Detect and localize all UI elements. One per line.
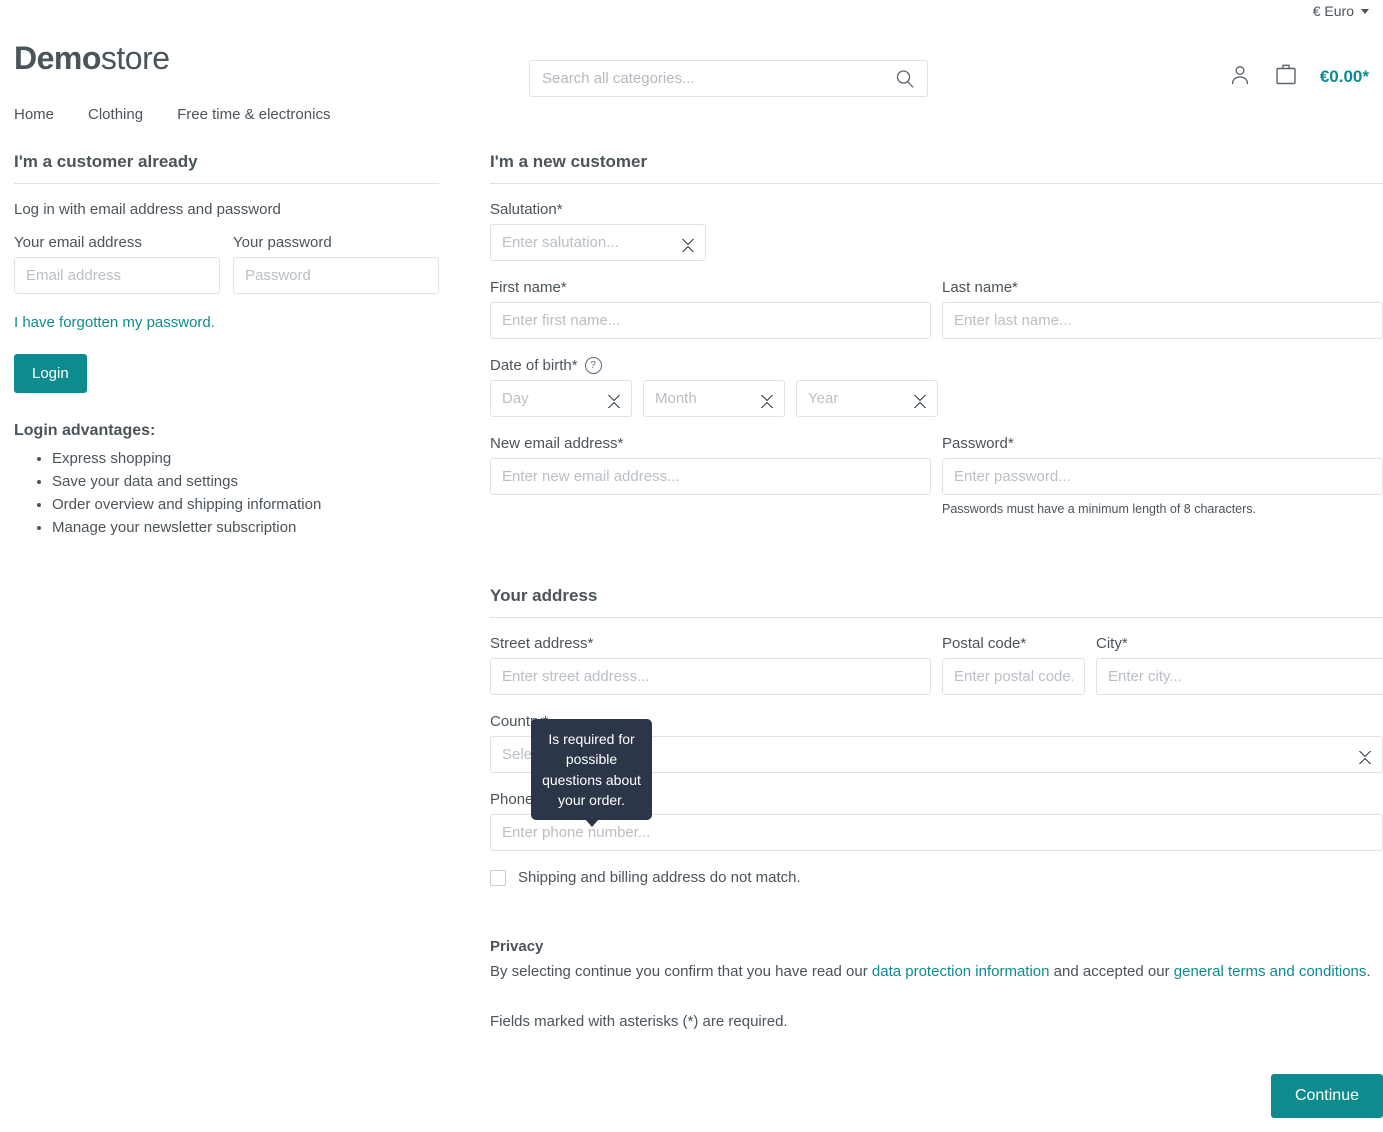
search-input[interactable] [529,60,928,97]
phone-help-tooltip: Is required for possible questions about… [531,719,652,828]
list-item: Express shopping [52,450,439,467]
nav-item-home[interactable]: Home [14,106,54,123]
privacy-heading: Privacy [490,938,544,955]
date-of-birth-label-row: Date of birth* ? [490,357,1383,374]
street-label: Street address* [490,635,594,652]
shopping-bag-icon[interactable] [1274,62,1298,91]
login-email-label: Your email address [14,234,142,251]
dob-year-select[interactable]: Year [796,380,938,417]
search-container [529,60,928,97]
different-shipping-address-row[interactable]: Shipping and billing address do not matc… [490,869,1383,886]
list-item: Save your data and settings [52,473,439,490]
login-divider [14,183,439,184]
address-heading: Your address [490,586,598,605]
nav-item-clothing[interactable]: Clothing [88,106,143,123]
new-email-field-group: New email address* [490,435,931,516]
user-icon[interactable] [1228,63,1252,91]
date-of-birth-label: Date of birth* [490,357,578,374]
login-advantages-title: Login advantages: [14,422,156,439]
terms-and-conditions-link[interactable]: general terms and conditions [1174,963,1367,980]
new-email-label: New email address* [490,435,624,452]
login-fields-row: Your email address Your password [14,234,439,294]
login-email-input[interactable] [14,257,220,294]
new-password-label: Password* [942,435,1014,452]
main-navigation: Home Clothing Free time & electronics [0,94,1383,123]
registration-divider [490,183,1383,184]
date-of-birth-field-group: Date of birth* ? Day Month Year [490,357,1383,417]
nav-item-free-time-electronics[interactable]: Free time & electronics [177,106,330,123]
new-password-field-group: Password* Passwords must have a minimum … [942,435,1383,516]
list-item: Manage your newsletter subscription [52,519,439,536]
login-subtitle: Log in with email address and password [14,201,281,218]
new-email-input[interactable] [490,458,931,495]
different-shipping-address-label: Shipping and billing address do not matc… [518,869,801,886]
page-content: I'm a customer already Log in with email… [0,152,1383,1118]
dob-month-select[interactable]: Month [643,380,785,417]
currency-selector[interactable]: € Euro [1313,3,1369,19]
registration-heading: I'm a new customer [490,152,648,171]
last-name-input[interactable] [942,302,1383,339]
city-field-group: City* [1096,635,1383,695]
new-password-input[interactable] [942,458,1383,495]
first-name-input[interactable] [490,302,931,339]
postal-code-label: Postal code* [942,635,1027,652]
login-password-input[interactable] [233,257,439,294]
password-hint: Passwords must have a minimum length of … [942,502,1257,516]
login-button[interactable]: Login [14,354,87,393]
postal-code-field-group: Postal code* [942,635,1085,695]
data-protection-link[interactable]: data protection information [872,963,1050,980]
forgot-password-link[interactable]: I have forgotten my password. [14,314,215,331]
login-password-field-group: Your password [233,234,439,294]
site-logo[interactable]: Demostore [14,40,170,77]
privacy-text-middle: and accepted our [1049,963,1174,980]
logo-bold-text: Demo [14,39,101,76]
street-field-group: Street address* [490,635,931,695]
credentials-row: New email address* Password* Passwords m… [490,435,1383,534]
first-name-label: First name* [490,279,567,296]
privacy-text: By selecting continue you confirm that y… [490,961,1383,983]
list-item: Order overview and shipping information [52,496,439,513]
dob-day-select[interactable]: Day [490,380,632,417]
login-heading: I'm a customer already [14,152,198,171]
salutation-label: Salutation* [490,201,563,218]
address-row: Street address* Postal code* City* [490,635,1383,713]
privacy-text-before: By selecting continue you confirm that y… [490,963,872,980]
continue-button[interactable]: Continue [1270,1073,1383,1118]
top-utility-bar: € Euro [0,0,1383,22]
postal-code-input[interactable] [942,658,1085,695]
chevron-down-icon [1361,8,1369,14]
date-of-birth-selects: Day Month Year [490,380,1383,417]
salutation-select[interactable]: Enter salutation... [490,224,706,261]
logo-light-text: store [100,39,170,76]
currency-label: € Euro [1312,3,1354,19]
login-email-field-group: Your email address [14,234,220,294]
different-shipping-address-checkbox[interactable] [490,869,506,886]
privacy-text-after: . [1366,963,1371,980]
first-name-field-group: First name* [490,279,931,339]
question-mark-icon[interactable]: ? [584,357,602,374]
name-row: First name* Last name* [490,279,1383,357]
city-input[interactable] [1096,658,1383,695]
login-password-label: Your password [233,234,332,251]
city-label: City* [1096,635,1128,652]
address-divider [490,617,1383,618]
registration-panel: I'm a new customer Salutation* Enter sal… [490,152,1383,1118]
login-panel: I'm a customer already Log in with email… [14,152,439,542]
last-name-field-group: Last name* [942,279,1383,339]
required-fields-note: Fields marked with asterisks (*) are req… [490,1012,788,1030]
site-header: Demostore €0.00* [0,22,1383,97]
cart-total[interactable]: €0.00* [1320,67,1369,87]
salutation-field-group: Salutation* Enter salutation... [490,201,1383,261]
last-name-label: Last name* [942,279,1018,296]
login-advantages-list: Express shopping Save your data and sett… [14,450,439,536]
header-actions: €0.00* [1228,62,1369,91]
street-input[interactable] [490,658,931,695]
